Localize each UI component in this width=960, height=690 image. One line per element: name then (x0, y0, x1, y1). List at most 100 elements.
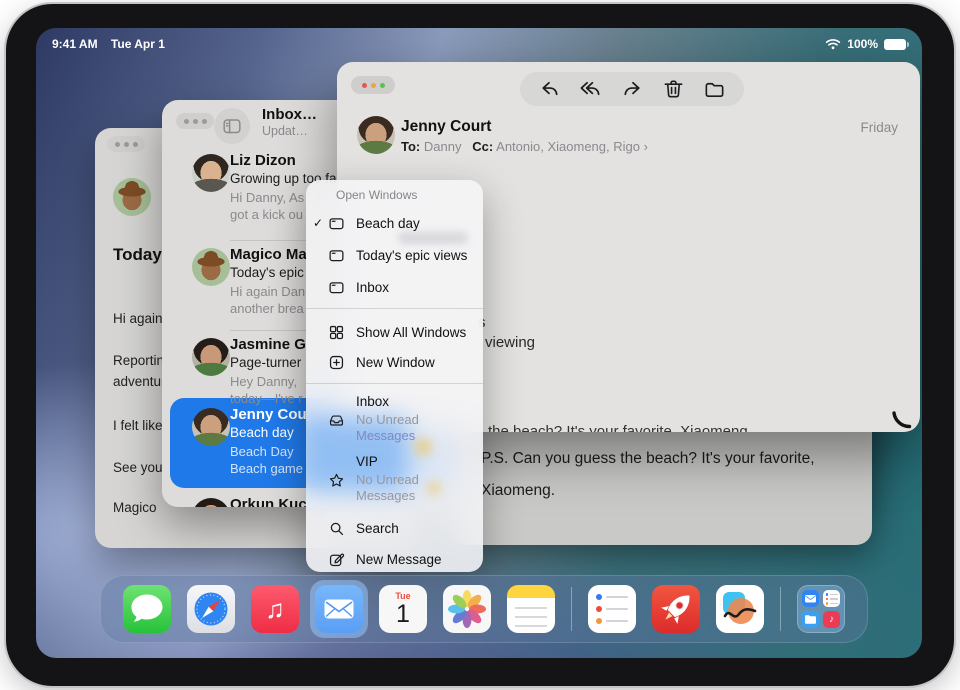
dock-app-music[interactable]: ♫ (251, 585, 299, 633)
menu-separator (306, 383, 483, 384)
avatar (113, 178, 151, 216)
back-window-text: See you (113, 460, 163, 475)
menu-item-vip-mailbox[interactable]: VIP No Unread Messages (306, 454, 483, 510)
status-date: Tue Apr 1 (111, 37, 165, 51)
dock-app-freeform[interactable] (716, 585, 764, 633)
trash-icon[interactable] (662, 78, 685, 101)
grid-icon (328, 324, 356, 341)
menu-item-label: Search (356, 521, 399, 536)
menu-item-label: Inbox (356, 394, 389, 409)
inbox-subtitle: Updat… (262, 124, 308, 138)
reply-all-icon[interactable] (579, 78, 602, 101)
message-date: Friday (860, 120, 898, 135)
mail-toolbar (520, 72, 744, 106)
avatar (192, 248, 230, 286)
menu-item-label: New Window (356, 355, 435, 370)
sender-name: Jasmine G (230, 336, 306, 353)
music-note-icon: ♫ (265, 594, 285, 625)
note-line (515, 625, 547, 627)
messages-bubble-icon (123, 585, 171, 633)
to-cc-line[interactable]: To: Danny Cc: Antonio, Xiaomeng, Rigo › (401, 139, 648, 154)
mail-envelope-icon (315, 585, 363, 633)
safari-compass-icon (187, 585, 235, 633)
body-fragment: viewing (485, 334, 535, 351)
menu-item-show-all-windows[interactable]: Show All Windows (306, 316, 483, 348)
compose-icon (328, 551, 356, 568)
subject: Today's epic (230, 265, 304, 280)
dock: ♫ Tue 1 (100, 575, 868, 643)
message-text: Xiaomeng. (481, 482, 555, 500)
menu-item-inbox-mailbox[interactable]: Inbox No Unread Messages (306, 394, 483, 450)
dock-app-rocket[interactable] (652, 585, 700, 633)
star-icon (328, 472, 356, 489)
dock-app-reminders[interactable] (588, 585, 636, 633)
ipad-bezel: 9:41 AM Tue Apr 1 100% Today Hi again Re… (6, 4, 954, 686)
menu-item-subtitle: No Unread (356, 472, 419, 487)
avatar (192, 408, 230, 446)
inbox-tray-icon (328, 412, 356, 429)
menu-item-label: Show All Windows (356, 325, 466, 340)
checkmark-icon: ✓ (306, 216, 328, 230)
sender-name: Jenny Cou (230, 406, 307, 423)
search-icon (328, 520, 356, 537)
to-value: Danny (424, 139, 462, 154)
mini-mail-icon (802, 590, 819, 607)
window-controls[interactable] (107, 136, 145, 152)
status-time: 9:41 AM (52, 37, 98, 51)
window-icon (328, 215, 356, 232)
back-window-heading: Today (113, 245, 162, 265)
plus-square-icon (328, 354, 356, 371)
avatar (192, 154, 230, 192)
menu-item-label: Beach day (356, 216, 420, 231)
sidebar-icon (222, 116, 242, 136)
forward-icon[interactable] (621, 78, 644, 101)
status-bar: 9:41 AM Tue Apr 1 100% (36, 35, 922, 53)
back-window-text: Hi again (113, 311, 163, 326)
sender-avatar[interactable] (357, 116, 395, 154)
menu-item-search[interactable]: Search (306, 512, 483, 544)
back-window-text: Magico (113, 500, 157, 515)
preview: Beach game (230, 461, 303, 476)
preview: Hi again Dan (230, 284, 305, 299)
window-resize-handle[interactable] (889, 402, 917, 430)
dock-app-library[interactable]: ♪ (797, 585, 845, 633)
window-controls[interactable] (176, 113, 214, 129)
menu-item-new-window[interactable]: New Window (306, 346, 483, 378)
menu-item-todays-epic-views[interactable]: Today's epic views (306, 239, 483, 271)
inbox-title: Inbox… (262, 106, 317, 123)
cc-label: Cc: (472, 139, 493, 154)
menu-item-beach-day[interactable]: ✓ Beach day (306, 207, 483, 239)
dock-app-photos[interactable] (443, 585, 491, 633)
dock-app-mail-active[interactable] (315, 585, 363, 633)
menu-item-label: VIP (356, 454, 378, 469)
dock-app-safari[interactable] (187, 585, 235, 633)
wifi-icon (825, 38, 841, 50)
message-text: P.S. Can you guess the beach? It's your … (481, 450, 815, 468)
dock-app-notes[interactable] (507, 585, 555, 633)
menu-item-inbox-window[interactable]: Inbox (306, 271, 483, 303)
music-note-icon: ♪ (829, 614, 834, 625)
to-label: To: (401, 139, 420, 154)
sidebar-toggle-button[interactable] (214, 108, 250, 144)
open-windows-menu: Open Windows ✓ Beach day Today's epic vi… (306, 180, 483, 572)
back-window-text: I felt like (113, 418, 163, 433)
dock-app-messages[interactable] (123, 585, 171, 633)
sender-name: Magico Ma (230, 246, 307, 263)
mini-reminders-icon (823, 590, 840, 607)
menu-item-subtitle: Messages (356, 488, 415, 503)
preview: Beach Day (230, 444, 294, 459)
menu-separator (306, 308, 483, 309)
sender-name: Liz Dizon (230, 152, 296, 169)
clipped-body-line: the beach? It's your favorite, Xiaomeng (488, 423, 748, 432)
battery-percent: 100% (847, 37, 878, 51)
folder-icon[interactable] (703, 78, 726, 101)
reply-icon[interactable] (538, 78, 561, 101)
menu-item-label: Today's epic views (356, 248, 467, 263)
preview: another brea (230, 301, 304, 316)
dock-app-calendar[interactable]: Tue 1 (379, 585, 427, 633)
window-icon (328, 279, 356, 296)
subject: Page-turner (230, 355, 301, 370)
window-controls[interactable] (351, 76, 395, 94)
menu-item-new-message[interactable]: New Message (306, 543, 483, 572)
dock-divider (571, 587, 572, 631)
